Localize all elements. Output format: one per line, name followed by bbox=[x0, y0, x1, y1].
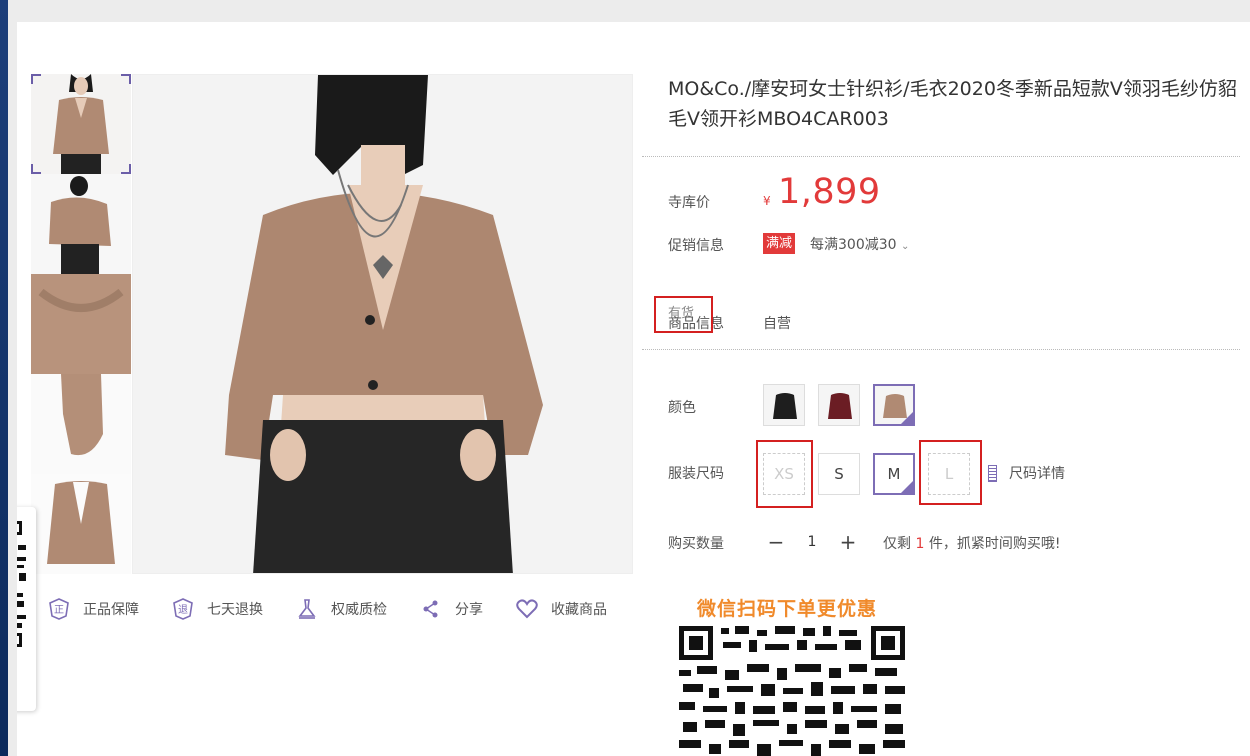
highlight-box bbox=[654, 296, 713, 333]
currency-symbol: ¥ bbox=[763, 194, 771, 208]
size-detail-link[interactable]: 尺码详情 bbox=[988, 463, 1065, 483]
promo-label: 促销信息 bbox=[668, 238, 724, 254]
thumbnail-image bbox=[31, 174, 131, 274]
size-option-m[interactable]: M bbox=[873, 453, 915, 495]
product-page: ! bbox=[17, 22, 1250, 756]
size-option-s[interactable]: S bbox=[818, 453, 860, 495]
service-favorite[interactable]: 收藏商品 bbox=[515, 597, 607, 621]
size-detail-text: 尺码详情 bbox=[1009, 466, 1065, 482]
plus-button[interactable]: + bbox=[835, 529, 861, 555]
swatch-image bbox=[819, 385, 859, 425]
ruler-icon bbox=[988, 464, 997, 482]
desktop-edge bbox=[0, 0, 8, 756]
service-label: 权威质检 bbox=[331, 602, 387, 618]
info-value: 自营 bbox=[763, 316, 791, 332]
chevron-down-icon: ⌄ bbox=[901, 241, 910, 252]
service-return[interactable]: 退 七天退换 bbox=[171, 597, 263, 621]
selected-corner bbox=[121, 164, 131, 174]
service-authentic[interactable]: 正 正品保障 bbox=[47, 597, 139, 621]
qr-code-icon bbox=[679, 626, 905, 756]
service-label: 正品保障 bbox=[83, 602, 139, 618]
product-photo bbox=[133, 75, 632, 573]
quantity-label: 购买数量 bbox=[668, 536, 724, 552]
svg-text:退: 退 bbox=[178, 604, 188, 616]
size-label: 服装尺码 bbox=[668, 466, 724, 482]
selected-corner bbox=[31, 74, 41, 84]
price-label: 寺库价 bbox=[668, 195, 710, 211]
swatch-image bbox=[764, 385, 804, 425]
color-swatch-burgundy[interactable] bbox=[818, 384, 860, 426]
heart-icon bbox=[515, 597, 539, 621]
thumbnail-image bbox=[31, 374, 131, 474]
quantity-stepper: − + bbox=[763, 528, 861, 556]
size-text: M bbox=[887, 465, 901, 483]
stock-remaining: 仅剩 1 件，抓紧时间购买哦! bbox=[883, 533, 1060, 553]
thumbnail-image bbox=[31, 474, 131, 574]
authentic-icon: 正 bbox=[47, 597, 71, 621]
service-label: 分享 bbox=[455, 602, 483, 618]
wechat-title: 微信扫码下单更优惠 bbox=[697, 598, 878, 620]
divider bbox=[642, 349, 1240, 350]
thumbnail-5[interactable] bbox=[31, 474, 131, 574]
minus-button[interactable]: − bbox=[763, 529, 789, 555]
share-icon bbox=[419, 597, 443, 621]
qr-strip-icon bbox=[17, 521, 26, 647]
stock-prefix: 仅剩 bbox=[883, 536, 916, 552]
promo-tag: 满减 bbox=[763, 233, 796, 254]
main-product-image[interactable] bbox=[132, 74, 633, 574]
floating-qr-panel[interactable]: ! bbox=[17, 507, 36, 711]
thumbnail-1[interactable] bbox=[31, 74, 131, 174]
thumbnail-2[interactable] bbox=[31, 174, 131, 274]
color-swatch-camel[interactable] bbox=[873, 384, 915, 426]
thumbnail-4[interactable] bbox=[31, 374, 131, 474]
svg-text:正: 正 bbox=[54, 605, 64, 616]
service-inspection[interactable]: 权威质检 bbox=[295, 597, 387, 621]
thumbnail-image bbox=[31, 74, 131, 174]
divider bbox=[642, 156, 1240, 157]
color-swatch-black[interactable] bbox=[763, 384, 805, 426]
service-label: 七天退换 bbox=[207, 602, 263, 618]
selected-check-icon bbox=[901, 412, 913, 424]
service-label: 收藏商品 bbox=[551, 602, 607, 618]
highlight-box bbox=[756, 440, 813, 508]
highlight-box bbox=[919, 440, 982, 505]
quantity-input[interactable] bbox=[789, 529, 835, 555]
selected-corner bbox=[31, 164, 41, 174]
promo-dropdown[interactable]: 每满300减30 ⌄ bbox=[810, 234, 909, 254]
selected-corner bbox=[121, 74, 131, 84]
service-bar: 正 正品保障 退 七天退换 权威质检 分享 收藏商品 bbox=[47, 597, 639, 621]
thumbnail-image bbox=[31, 274, 131, 374]
promo-text: 每满300减30 bbox=[810, 237, 897, 253]
thumbnail-3[interactable] bbox=[31, 274, 131, 374]
product-title: MO&Co./摩安珂女士针织衫/毛衣2020冬季新品短款V领羽毛纱仿貂毛V领开衫… bbox=[668, 78, 1237, 130]
return-icon: 退 bbox=[171, 597, 195, 621]
selected-check-icon bbox=[901, 481, 913, 493]
wechat-qr-code bbox=[679, 626, 905, 756]
product-price: 1,899 bbox=[778, 172, 881, 212]
service-share[interactable]: 分享 bbox=[419, 597, 483, 621]
stock-suffix: 件，抓紧时间购买哦! bbox=[924, 536, 1061, 552]
thumbnail-list bbox=[31, 74, 131, 574]
color-label: 颜色 bbox=[668, 400, 696, 416]
inspection-icon bbox=[295, 597, 319, 621]
